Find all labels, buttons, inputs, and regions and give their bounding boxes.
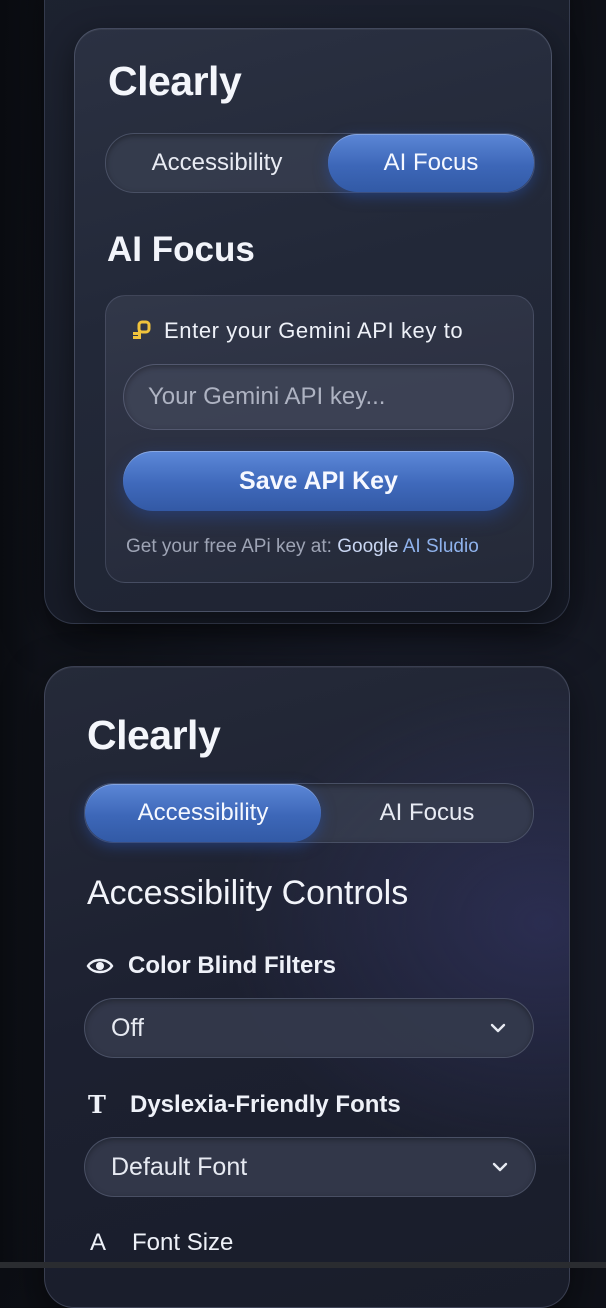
extension-popup-accessibility xyxy=(44,666,570,1308)
color-blind-filters-label: Color Blind Filters xyxy=(86,952,336,980)
chevron-down-icon xyxy=(492,1162,508,1172)
screen-bottom-edge xyxy=(0,1262,606,1268)
google-link[interactable]: Google xyxy=(337,536,398,557)
background-shade xyxy=(0,0,40,1268)
dyslexia-font-value: Default Font xyxy=(111,1152,248,1181)
api-key-card: Enter your Gemini API key to Save API Ke… xyxy=(105,295,534,583)
color-blind-filters-text: Color Blind Filters xyxy=(128,952,337,979)
tab-ai-focus[interactable]: AI Focus xyxy=(328,134,534,192)
key-icon xyxy=(133,320,151,339)
color-blind-filter-select[interactable]: Off xyxy=(84,998,534,1058)
app-title: Clearly xyxy=(108,58,242,104)
color-blind-filter-value: Off xyxy=(111,1013,144,1042)
section-title: AI Focus xyxy=(107,230,255,269)
tab-accessibility[interactable]: Accessibility xyxy=(85,784,321,842)
api-key-input[interactable] xyxy=(123,364,514,430)
chevron-down-icon xyxy=(490,1023,506,1033)
api-key-help: Get your free APi key at: Google AI Slud… xyxy=(126,536,479,558)
app-title: Clearly xyxy=(87,712,221,758)
section-title: Accessibility Controls xyxy=(87,874,409,912)
api-key-prompt: Enter your Gemini API key to xyxy=(130,318,463,344)
tab-switcher: Accessibility AI Focus xyxy=(105,133,535,193)
font-size-label: A Font Size xyxy=(90,1229,233,1257)
tab-ai-focus[interactable]: AI Focus xyxy=(321,784,533,842)
dyslexia-font-select[interactable]: Default Font xyxy=(84,1137,536,1197)
dyslexia-fonts-label: T Dyslexia-Friendly Fonts xyxy=(88,1090,401,1119)
font-size-text: Font Size xyxy=(132,1229,234,1256)
text-icon: T xyxy=(88,1090,106,1119)
save-api-key-button[interactable]: Save API Key xyxy=(123,451,514,511)
dyslexia-fonts-text: Dyslexia-Friendly Fonts xyxy=(130,1090,401,1118)
help-text: Get your free APi key at: xyxy=(126,536,338,557)
tab-accessibility[interactable]: Accessibility xyxy=(106,134,328,192)
ai-studio-link[interactable]: AI Sludio xyxy=(399,536,479,557)
tab-switcher: Accessibility AI Focus xyxy=(84,783,534,843)
font-size-icon: A xyxy=(90,1229,107,1256)
api-key-prompt-text: Enter your Gemini API key to xyxy=(164,318,464,343)
eye-icon xyxy=(86,956,114,976)
